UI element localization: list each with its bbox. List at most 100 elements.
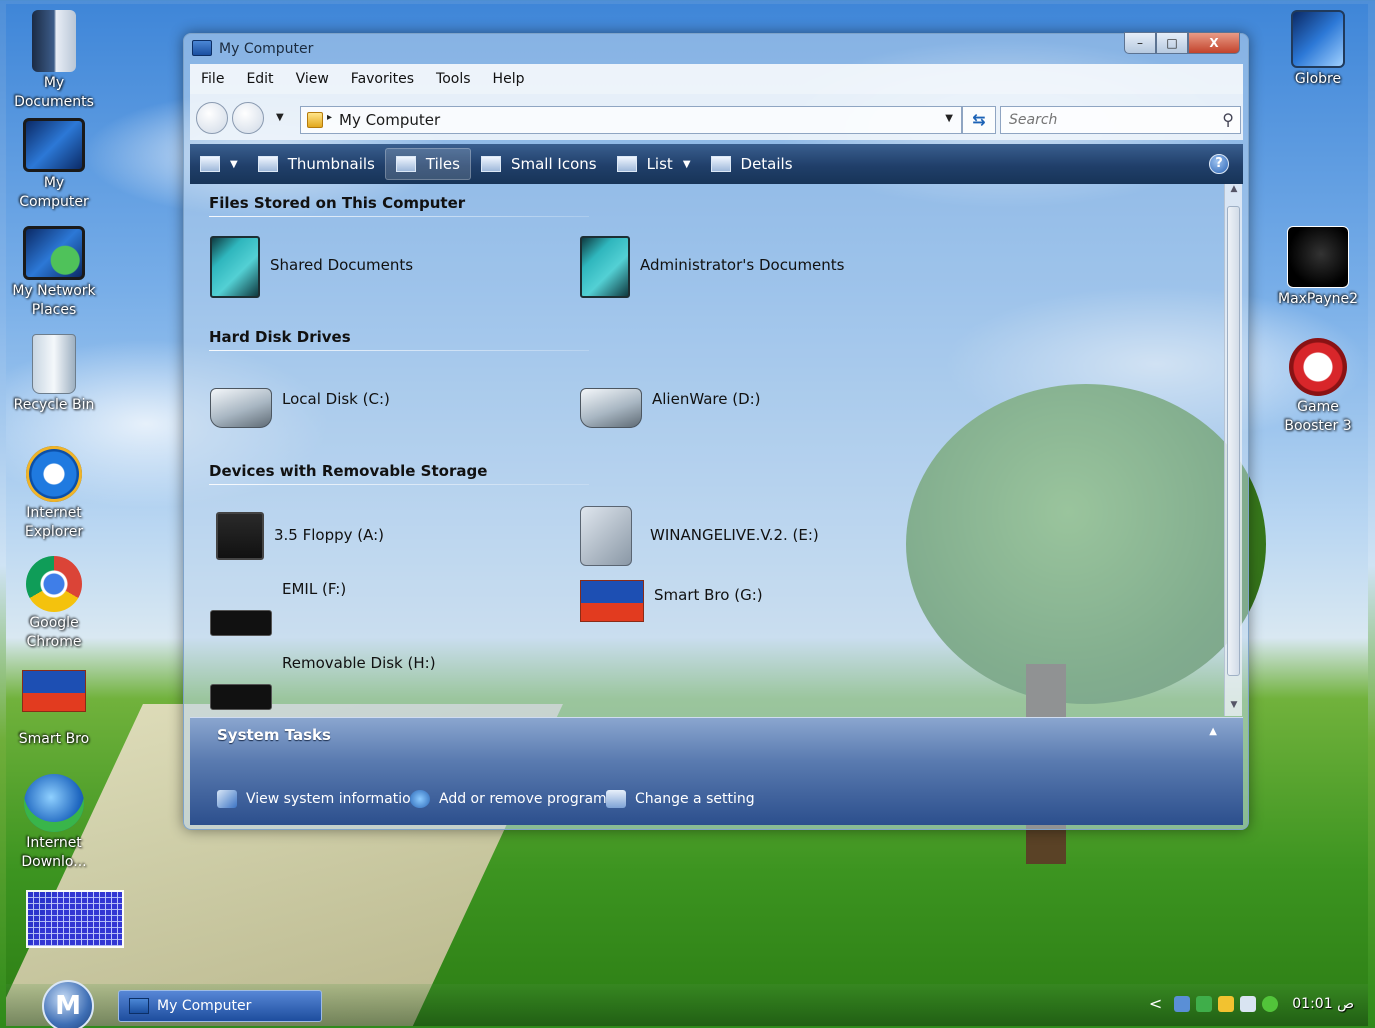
details-button[interactable]: Details — [701, 148, 803, 180]
folder-icon — [210, 236, 260, 298]
desktop-icon-internet-download-manager[interactable]: Internet Downlo... — [6, 774, 102, 872]
cd-drive-icon — [580, 506, 632, 566]
tiles-button[interactable]: Tiles — [384, 148, 471, 180]
item-winangelive-e[interactable]: WINANGELIVE.V.2. (E:) — [580, 506, 819, 566]
task-change-setting[interactable]: Change a setting — [606, 790, 755, 808]
search-box: ⚲ — [1000, 106, 1241, 134]
item-shared-documents[interactable]: Shared Documents — [210, 236, 413, 298]
minimize-button[interactable]: – — [1124, 32, 1156, 54]
view-toolbar: ▼ Thumbnails Tiles Small Icons List ▼ De… — [190, 144, 1243, 184]
panes-button[interactable]: ▼ — [190, 148, 248, 180]
desktop-icon-smart-bro[interactable]: Smart Bro — [6, 670, 102, 749]
tiles-icon — [395, 156, 416, 172]
taskbar: M My Computer < 01:01 ص — [6, 980, 1368, 1028]
item-label: AlienWare (D:) — [652, 390, 761, 408]
details-label: Details — [740, 155, 793, 173]
network-tray-icon[interactable] — [1174, 995, 1191, 1012]
system-tasks-panel: System Tasks ▲ View system information A… — [190, 717, 1243, 825]
scroll-thumb[interactable] — [1227, 206, 1240, 676]
back-button[interactable] — [196, 102, 228, 134]
menu-file[interactable]: File — [190, 71, 235, 87]
menu-edit[interactable]: Edit — [235, 71, 284, 87]
item-alienware-d[interactable]: AlienWare (D:) — [580, 370, 761, 428]
task-view-system-information[interactable]: View system information — [217, 790, 420, 808]
menu-bar: File Edit View Favorites Tools Help — [190, 64, 1243, 94]
desktop-icon-network-places[interactable]: My Network Places — [6, 226, 102, 320]
address-path[interactable]: My Computer — [339, 111, 440, 129]
window-titlebar[interactable]: My Computer – □ X — [184, 32, 1248, 64]
smart-bro-icon — [22, 670, 86, 712]
update-tray-icon[interactable] — [1196, 995, 1213, 1012]
item-label: Local Disk (C:) — [282, 390, 390, 408]
game-booster-icon — [1289, 338, 1347, 396]
chevron-left-icon[interactable]: < — [1149, 994, 1162, 1013]
item-removable-disk-h[interactable]: Removable Disk (H:) — [210, 654, 436, 710]
address-dropdown-icon[interactable]: ▼ — [945, 113, 953, 124]
system-tasks-heading[interactable]: System Tasks — [217, 726, 331, 744]
desktop-icon-my-documents[interactable]: My Documents — [6, 10, 102, 112]
details-icon — [710, 156, 731, 172]
panes-icon — [200, 156, 220, 172]
menu-favorites[interactable]: Favorites — [340, 71, 425, 87]
item-label: Smart Bro (G:) — [654, 586, 763, 604]
search-icon[interactable]: ⚲ — [1222, 110, 1234, 129]
desktop-icon-my-computer[interactable]: My Computer — [6, 118, 102, 212]
keyboard-tray-icon[interactable] — [1240, 995, 1257, 1012]
desktop-icon-google-chrome[interactable]: Google Chrome — [6, 556, 102, 652]
chevron-down-icon[interactable]: ▼ — [276, 112, 284, 123]
small-icons-label: Small Icons — [510, 155, 597, 173]
help-icon[interactable]: ? — [1209, 154, 1229, 174]
desktop-icon-recycle-bin[interactable]: Recycle Bin — [6, 334, 102, 415]
menu-tools[interactable]: Tools — [425, 71, 482, 87]
breadcrumb-arrow-icon[interactable]: ▸ — [327, 112, 332, 123]
thumbnails-button[interactable]: Thumbnails — [248, 148, 385, 180]
drives-pane: Files Stored on This Computer Shared Doc… — [190, 184, 1226, 716]
desktop-icon-game-booster[interactable]: Game Booster 3 — [1270, 338, 1366, 436]
menu-view[interactable]: View — [285, 71, 340, 87]
item-local-disk-c[interactable]: Local Disk (C:) — [210, 370, 390, 428]
list-button[interactable]: List ▼ — [607, 148, 701, 180]
desktop-icon-internet-explorer[interactable]: Internet Explorer — [6, 446, 102, 542]
desktop-icon-globre[interactable]: Globre — [1270, 10, 1366, 89]
item-label: Shared Documents — [270, 256, 414, 274]
group-heading: Files Stored on This Computer — [209, 194, 466, 212]
control-panel-icon — [606, 790, 626, 808]
globre-icon — [1291, 10, 1345, 68]
hard-drive-icon — [210, 388, 272, 428]
group-divider — [209, 484, 589, 485]
item-smart-bro-g[interactable]: Smart Bro (G:) — [580, 580, 763, 622]
taskbar-button-my-computer[interactable]: My Computer — [118, 990, 322, 1022]
refresh-button[interactable]: ⇆ — [962, 106, 996, 134]
add-remove-programs-icon — [410, 790, 430, 808]
task-add-remove-programs[interactable]: Add or remove programs — [410, 790, 614, 808]
address-bar[interactable]: ▸ My Computer ▼ — [300, 106, 962, 134]
close-button[interactable]: X — [1188, 32, 1240, 54]
desktop-icon-label: My Network — [12, 283, 96, 299]
vertical-scrollbar[interactable]: ▲ ▼ — [1224, 184, 1242, 716]
maximize-button[interactable]: □ — [1156, 32, 1188, 54]
clock[interactable]: 01:01 ص — [1292, 996, 1354, 1012]
item-emil-f[interactable]: EMIL (F:) — [210, 580, 346, 636]
battery-tray-icon[interactable] — [1262, 995, 1279, 1012]
desktop-icon-maxpayne2[interactable]: MaxPayne2 — [1270, 226, 1366, 309]
desktop-widget-grid-icon[interactable] — [26, 890, 124, 948]
computer-icon — [192, 40, 212, 56]
small-icons-button[interactable]: Small Icons — [471, 148, 607, 180]
menu-help[interactable]: Help — [482, 71, 536, 87]
item-floppy-a[interactable]: 3.5 Floppy (A:) — [210, 506, 384, 560]
list-icon — [616, 156, 637, 172]
scroll-down-icon[interactable]: ▼ — [1225, 700, 1243, 716]
item-label: WINANGELIVE.V.2. (E:) — [650, 526, 819, 544]
search-input[interactable] — [1001, 107, 1201, 133]
tiles-label: Tiles — [425, 155, 460, 173]
my-computer-icon — [23, 118, 85, 172]
scroll-up-icon[interactable]: ▲ — [1225, 184, 1243, 200]
desktop-icon-label: Chrome — [26, 634, 82, 650]
task-label: Change a setting — [635, 791, 755, 807]
forward-button[interactable] — [232, 102, 264, 134]
start-button[interactable]: M — [42, 980, 94, 1028]
folder-tray-icon[interactable] — [1218, 995, 1235, 1012]
item-administrators-documents[interactable]: Administrator's Documents — [580, 236, 845, 298]
caption-buttons: – □ X — [1124, 32, 1240, 54]
collapse-icon[interactable]: ▲ — [1209, 726, 1217, 737]
